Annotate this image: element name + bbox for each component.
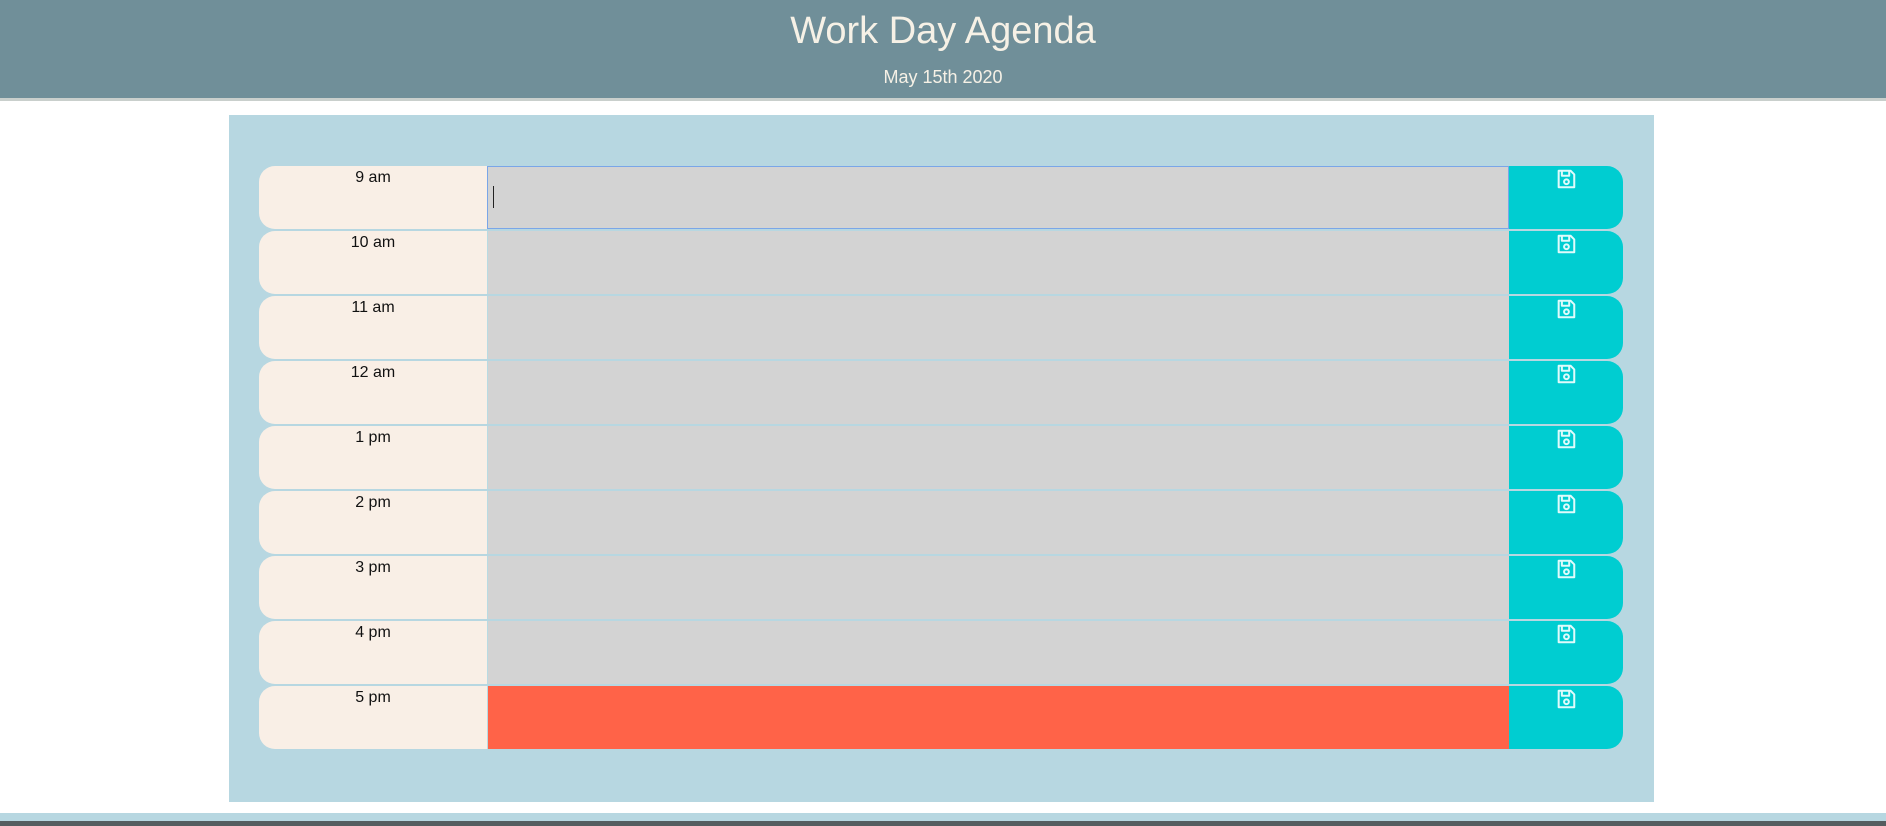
floppy-disk-icon — [1557, 494, 1576, 514]
hour-label: 3 pm — [259, 556, 487, 619]
time-block-list: 9 am 10 am 11 am 12 am 1 pm 2 pm 3 pm 4 … — [259, 166, 1623, 751]
footer-bar — [0, 821, 1886, 826]
floppy-disk-icon — [1557, 234, 1576, 254]
task-textarea[interactable] — [487, 686, 1509, 749]
time-block: 3 pm — [259, 556, 1623, 619]
floppy-disk-icon — [1557, 624, 1576, 644]
task-textarea[interactable] — [487, 491, 1509, 554]
floppy-disk-icon — [1557, 364, 1576, 384]
save-button[interactable] — [1509, 361, 1623, 424]
save-button[interactable] — [1509, 231, 1623, 294]
floppy-disk-icon — [1557, 429, 1576, 449]
time-block: 4 pm — [259, 621, 1623, 684]
floppy-disk-icon — [1557, 689, 1576, 709]
save-button[interactable] — [1509, 621, 1623, 684]
hour-label: 5 pm — [259, 686, 487, 749]
time-block: 12 am — [259, 361, 1623, 424]
task-textarea[interactable] — [487, 231, 1509, 294]
page-title: Work Day Agenda — [790, 10, 1096, 52]
hour-label: 4 pm — [259, 621, 487, 684]
time-block: 1 pm — [259, 426, 1623, 489]
floppy-disk-icon — [1557, 299, 1576, 319]
task-textarea[interactable] — [487, 621, 1509, 684]
hour-label: 9 am — [259, 166, 487, 229]
save-button[interactable] — [1509, 686, 1623, 749]
hour-label: 12 am — [259, 361, 487, 424]
save-button[interactable] — [1509, 556, 1623, 619]
floppy-disk-icon — [1557, 169, 1576, 189]
floppy-disk-icon — [1557, 559, 1576, 579]
schedule-container: 9 am 10 am 11 am 12 am 1 pm 2 pm 3 pm 4 … — [229, 115, 1654, 802]
task-textarea[interactable] — [487, 426, 1509, 489]
footer-strip — [0, 813, 1886, 821]
hour-label: 1 pm — [259, 426, 487, 489]
page-header: Work Day Agenda May 15th 2020 — [0, 0, 1886, 101]
time-block: 2 pm — [259, 491, 1623, 554]
task-textarea[interactable] — [487, 166, 1509, 229]
hour-label: 10 am — [259, 231, 487, 294]
text-cursor — [493, 186, 494, 208]
task-textarea[interactable] — [487, 556, 1509, 619]
save-button[interactable] — [1509, 491, 1623, 554]
hour-label: 2 pm — [259, 491, 487, 554]
time-block: 9 am — [259, 166, 1623, 229]
time-block: 5 pm — [259, 686, 1623, 749]
save-button[interactable] — [1509, 166, 1623, 229]
time-block: 10 am — [259, 231, 1623, 294]
save-button[interactable] — [1509, 296, 1623, 359]
time-block: 11 am — [259, 296, 1623, 359]
task-textarea[interactable] — [487, 361, 1509, 424]
save-button[interactable] — [1509, 426, 1623, 489]
current-date: May 15th 2020 — [883, 67, 1003, 87]
task-textarea[interactable] — [487, 296, 1509, 359]
hour-label: 11 am — [259, 296, 487, 359]
